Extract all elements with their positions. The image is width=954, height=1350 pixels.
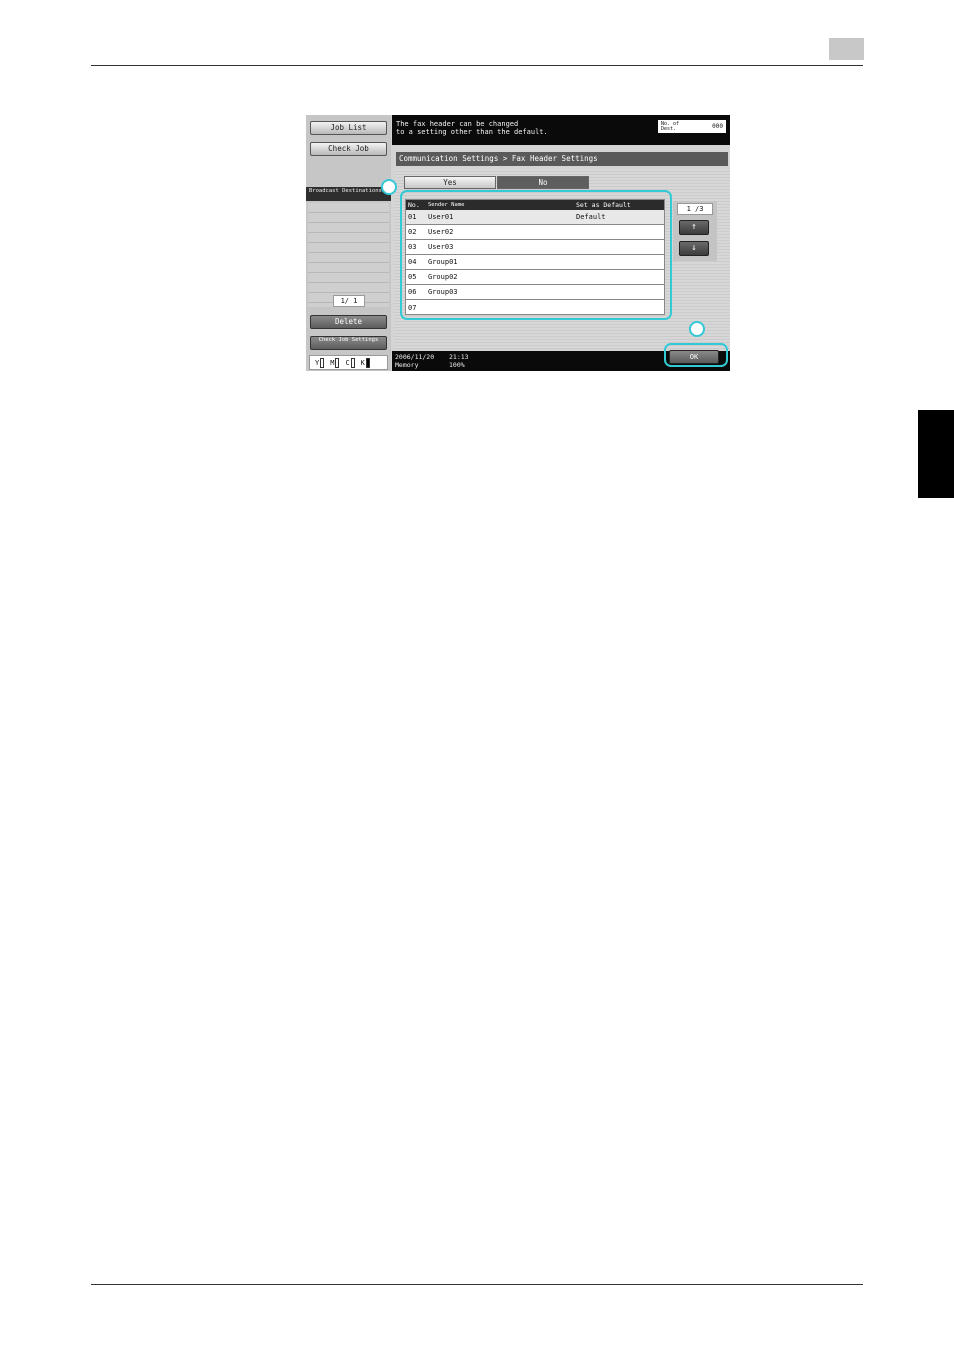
destination-count: No. of Dest. 000 [658,120,726,133]
left-panel: Job List Check Job Broadcast Destination… [306,115,391,371]
ok-highlight-frame [664,343,728,367]
toner-k-label: K [360,358,365,367]
tab-no[interactable]: No [497,176,589,189]
callout-marker-2 [689,321,705,337]
job-list-button[interactable]: Job List [310,121,387,135]
status-memory-value: 100% [449,361,465,369]
toner-c-bar [350,357,355,368]
breadcrumb: Communication Settings > Fax Header Sett… [396,152,728,166]
toner-m-bar [335,357,340,368]
chapter-number-box [829,38,864,60]
status-time: 21:13 [449,353,469,361]
chapter-tab [918,410,954,498]
destination-count-label: No. of Dest. [661,121,679,132]
toner-m-label: M [330,358,335,367]
header-rule [91,65,863,66]
footer-rule [91,1284,863,1285]
check-job-settings-button[interactable]: Check Job Settings [310,336,387,350]
broadcast-page-indicator: 1/ 1 [333,295,365,307]
callout-marker-1 [381,179,397,195]
page-up-arrow-icon[interactable]: ↑ [679,220,709,235]
toner-indicator: Y M C K [309,355,388,370]
delete-button[interactable]: Delete [310,315,387,329]
tab-yes[interactable]: Yes [404,176,496,189]
table-pager: 1 /3 ↑ ↓ [673,201,717,261]
page-down-arrow-icon[interactable]: ↓ [679,241,709,256]
table-highlight-frame [400,190,672,320]
broadcast-destinations-list[interactable] [308,203,389,307]
pager-page-indicator: 1 /3 [677,203,713,215]
check-job-button[interactable]: Check Job [310,142,387,156]
broadcast-destinations-label: Broadcast Destinations [306,187,391,201]
toner-c-label: C [345,358,350,367]
destination-count-value: 000 [712,123,723,130]
dest-label-2: Dest. [661,125,677,132]
toner-y-bar [320,357,325,368]
toner-y-label: Y [315,358,320,367]
toner-k-bar [365,357,370,368]
